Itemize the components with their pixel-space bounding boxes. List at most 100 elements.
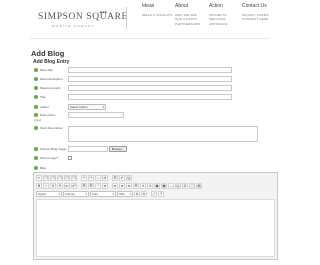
nav-title-contact[interactable]: Contact Us bbox=[242, 3, 269, 9]
logo-mark: ◆◆◆ bbox=[100, 10, 107, 14]
nav-ideas: Ideas IDEAS & INSIGHTS bbox=[142, 3, 172, 17]
author-label: Author bbox=[40, 105, 49, 109]
required-icon bbox=[34, 105, 38, 109]
date-label: Date (dd-m- bbox=[40, 113, 57, 117]
strike-icon[interactable]: S bbox=[57, 183, 63, 189]
chevron-down-icon: ▾ bbox=[102, 105, 104, 109]
text-color-icon[interactable]: A bbox=[134, 191, 140, 197]
editor-toolbar-row-2: B I U Sx₂ x² ☰ ☰ “≡ ≡ ≡ ≡ ☰ ⚓ ⚓ ▣ ▦ — ☺ Ω ▢ ▤ bbox=[36, 183, 202, 190]
editor-toolbar-row-1: ✂ ❐ ❐ ❐ ❐ ❐ ↶ ↷ ⌕ ⇄ ☰ ✔ ☺ bbox=[36, 175, 132, 182]
logo-tagline: MOBILE AGENCY bbox=[52, 24, 95, 28]
browse-button[interactable]: Browse... bbox=[109, 146, 127, 152]
author-select-value: Select Author bbox=[70, 105, 88, 109]
emoji-icon[interactable]: ☺ bbox=[126, 175, 132, 181]
subscript-icon[interactable]: x₂ bbox=[64, 183, 70, 189]
nav-title-action[interactable]: Action bbox=[209, 3, 227, 9]
show-image-checkbox[interactable] bbox=[68, 156, 72, 160]
numbered-list-icon[interactable]: ☰ bbox=[81, 183, 87, 189]
nav-link[interactable]: PARTNERSHIPS bbox=[175, 22, 200, 26]
bold-icon[interactable]: B bbox=[36, 183, 42, 189]
div-icon[interactable]: ☰ bbox=[133, 183, 139, 189]
nav-about: About WHO WE ARE OUR CLIENTS PARTNERSHIP… bbox=[175, 3, 200, 26]
align-left-icon[interactable]: ≡ bbox=[102, 183, 108, 189]
find-icon[interactable]: ⌕ bbox=[95, 175, 101, 181]
required-icon bbox=[34, 113, 38, 117]
nav-link[interactable]: IDEAS & INSIGHTS bbox=[142, 13, 172, 17]
styles-dropdown[interactable]: Styles bbox=[36, 191, 62, 197]
nav-link[interactable]: CONNECT HERE bbox=[242, 17, 269, 21]
meta-title-input[interactable] bbox=[68, 67, 232, 73]
editor-content-area[interactable] bbox=[36, 199, 275, 257]
blog-label: Blog bbox=[40, 166, 47, 170]
header-rule bbox=[30, 38, 270, 39]
nav-title-ideas[interactable]: Ideas bbox=[142, 3, 172, 9]
primary-image-file-input[interactable] bbox=[68, 146, 108, 152]
format-dropdown[interactable]: Format bbox=[63, 191, 89, 197]
meta-keywords-label: Meta Keywords bbox=[40, 86, 61, 90]
short-description-textarea[interactable] bbox=[68, 126, 258, 142]
logo-text: SIMPSON SQUARE bbox=[38, 12, 128, 22]
superscript-icon[interactable]: x² bbox=[71, 183, 77, 189]
nav-contact: Contact Us INQUIRY FORMS CONNECT HERE bbox=[242, 3, 269, 22]
table-icon[interactable]: ▦ bbox=[161, 183, 167, 189]
short-description-label: Short Description bbox=[40, 126, 64, 130]
page-subtitle: Add Blog Entry bbox=[33, 59, 70, 65]
required-icon bbox=[34, 147, 38, 151]
title-label: Title bbox=[40, 95, 46, 99]
paste-text-icon[interactable]: ❐ bbox=[57, 175, 63, 181]
primary-image-label: Primary Blog Image bbox=[40, 147, 67, 151]
header-divider bbox=[126, 7, 127, 29]
nav-link[interactable]: APPROACH bbox=[209, 22, 227, 26]
background-color-icon[interactable]: A bbox=[141, 191, 147, 197]
link-icon[interactable]: ⚓ bbox=[140, 183, 146, 189]
page-break-icon[interactable]: ▤ bbox=[196, 183, 202, 189]
help-icon[interactable]: ? bbox=[158, 191, 164, 197]
size-dropdown[interactable]: Size bbox=[117, 191, 133, 197]
editor-toolbar-row-3: Styles Format Font Size A A ⤢ ? bbox=[36, 191, 164, 198]
print-icon[interactable]: ❐ bbox=[71, 175, 77, 181]
required-icon bbox=[34, 77, 38, 81]
justify-icon[interactable]: ≡ bbox=[126, 183, 132, 189]
underline-icon[interactable]: U bbox=[50, 183, 56, 189]
bulleted-list-icon[interactable]: ☰ bbox=[88, 183, 94, 189]
smiley-icon[interactable]: ☺ bbox=[175, 183, 181, 189]
iframe-icon[interactable]: ▢ bbox=[189, 183, 195, 189]
copy-icon[interactable]: ❐ bbox=[43, 175, 49, 181]
show-image-label: Show Image? bbox=[40, 156, 59, 160]
redo-icon[interactable]: ↷ bbox=[88, 175, 94, 181]
align-center-icon[interactable]: ≡ bbox=[112, 183, 118, 189]
italic-icon[interactable]: I bbox=[43, 183, 49, 189]
meta-keywords-input[interactable] bbox=[68, 85, 232, 91]
spellcheck-icon[interactable]: ✔ bbox=[119, 175, 125, 181]
meta-description-input[interactable] bbox=[68, 76, 232, 82]
nav-title-about[interactable]: About bbox=[175, 3, 200, 9]
undo-icon[interactable]: ↶ bbox=[81, 175, 87, 181]
nav-action: Action PROJECTS SERVICES APPROACH bbox=[209, 3, 227, 26]
page-title: Add Blog bbox=[31, 49, 65, 58]
required-icon bbox=[34, 156, 38, 160]
replace-icon[interactable]: ⇄ bbox=[102, 175, 108, 181]
date-input[interactable] bbox=[68, 112, 124, 118]
meta-description-label: Meta Description bbox=[40, 77, 63, 81]
blockquote-icon[interactable]: “ bbox=[95, 183, 101, 189]
paste-word-icon[interactable]: ❐ bbox=[64, 175, 70, 181]
date-label-format: yyyy) bbox=[34, 118, 41, 122]
align-right-icon[interactable]: ≡ bbox=[119, 183, 125, 189]
cut-icon[interactable]: ✂ bbox=[36, 175, 42, 181]
author-select[interactable]: Select Author ▾ bbox=[68, 104, 106, 110]
required-icon bbox=[34, 95, 38, 99]
maximize-icon[interactable]: ⤢ bbox=[151, 191, 157, 197]
font-dropdown[interactable]: Font bbox=[90, 191, 116, 197]
anchor-icon[interactable]: ⚓ bbox=[147, 183, 153, 189]
horizontal-rule-icon[interactable]: — bbox=[168, 183, 174, 189]
image-icon[interactable]: ▣ bbox=[154, 183, 160, 189]
site-header: SIMPSON SQUARE MOBILE AGENCY ◆◆◆ Ideas I… bbox=[0, 0, 300, 38]
select-all-icon[interactable]: ☰ bbox=[112, 175, 118, 181]
required-icon bbox=[34, 126, 38, 130]
paste-icon[interactable]: ❐ bbox=[50, 175, 56, 181]
special-char-icon[interactable]: Ω bbox=[182, 183, 188, 189]
site-logo[interactable]: SIMPSON SQUARE MOBILE AGENCY ◆◆◆ bbox=[38, 10, 127, 32]
required-icon bbox=[34, 68, 38, 72]
required-icon bbox=[34, 166, 38, 170]
title-input[interactable] bbox=[68, 94, 232, 100]
